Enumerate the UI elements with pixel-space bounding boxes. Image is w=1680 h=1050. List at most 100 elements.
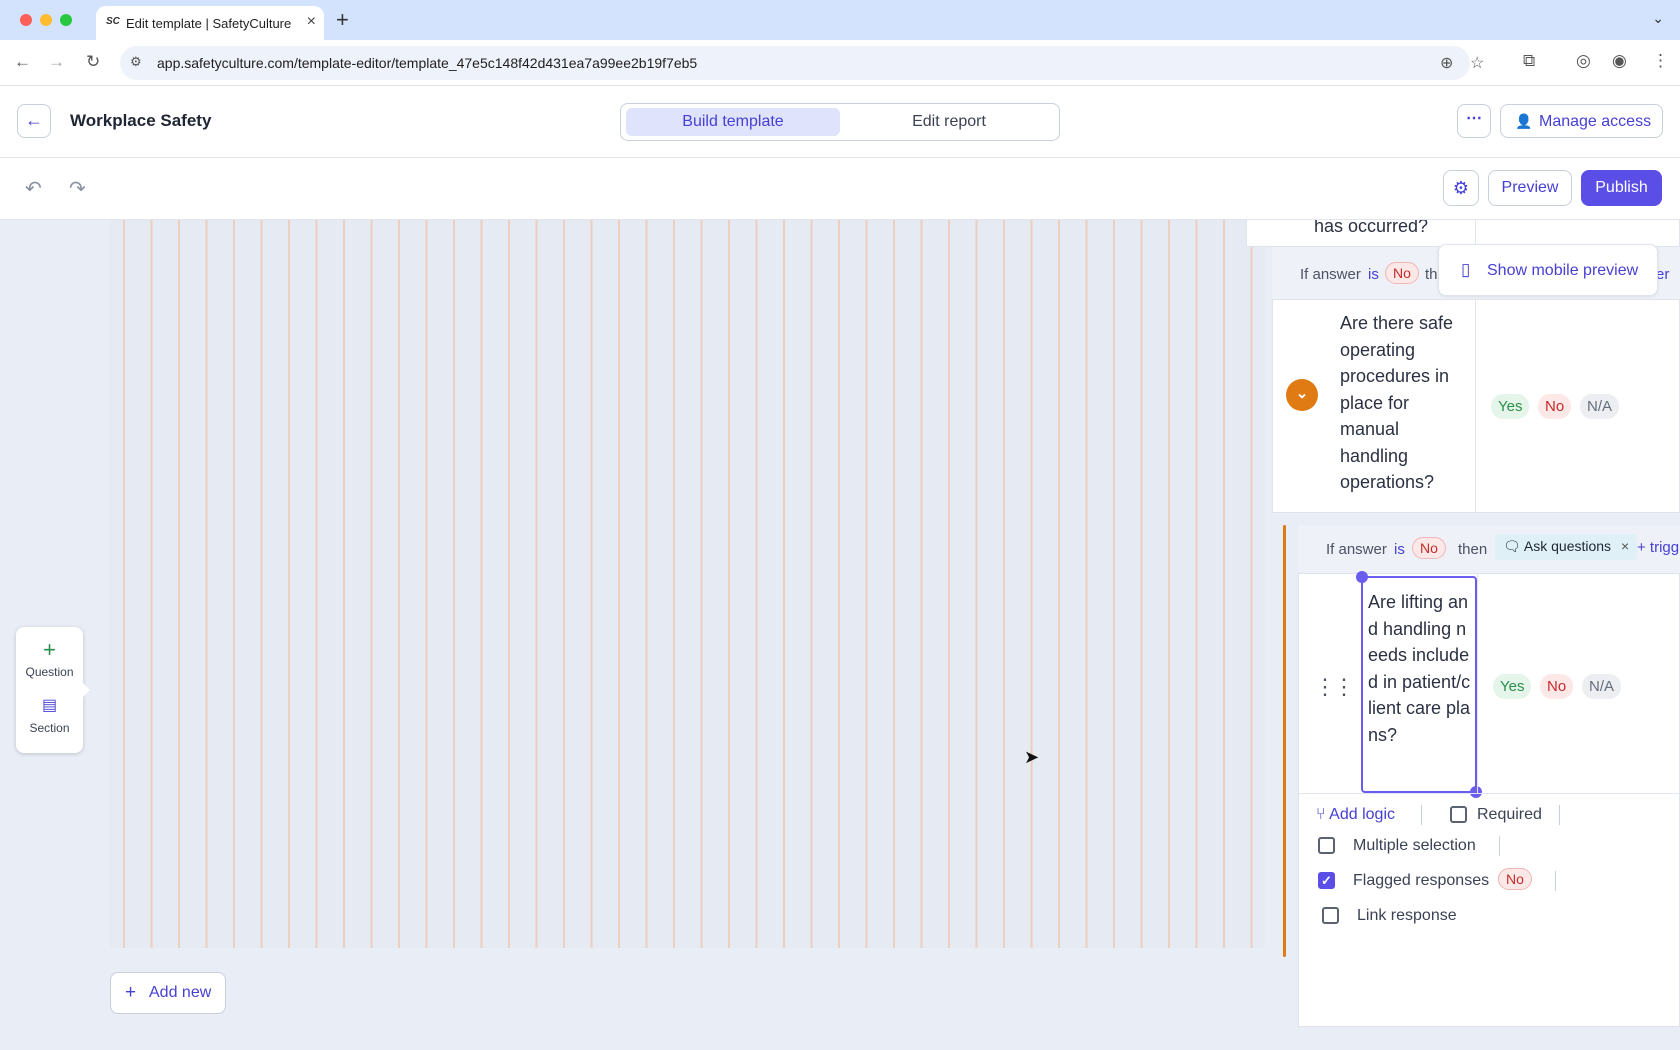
logic-branch-bar bbox=[1283, 525, 1286, 957]
add-new-button[interactable]: + Add new bbox=[110, 972, 226, 1014]
profile-icon[interactable]: ◉ bbox=[1612, 51, 1627, 71]
user-lock-icon: 👤 bbox=[1515, 113, 1533, 129]
maximize-window-button[interactable] bbox=[60, 14, 72, 26]
mouse-cursor-icon: ➤ bbox=[1024, 747, 1040, 767]
required-checkbox[interactable] bbox=[1450, 806, 1467, 823]
editor-toolbar: ↶ ↷ ⚙ Preview Publish bbox=[0, 158, 1680, 220]
ask-questions-chip[interactable]: 🗨 Ask questions × bbox=[1495, 534, 1638, 560]
divider bbox=[1477, 574, 1478, 793]
tab-build-template[interactable]: Build template bbox=[626, 108, 840, 136]
drag-handle-icon[interactable]: ⋮⋮ bbox=[1314, 674, 1355, 700]
tab-edit-report[interactable]: Edit report bbox=[842, 108, 1056, 136]
question-text-editor[interactable]: Are lifting and handling needs included … bbox=[1356, 571, 1482, 798]
divider bbox=[1499, 836, 1500, 856]
question-row[interactable]: has occurred? bbox=[1246, 220, 1680, 248]
logic-operator[interactable]: is bbox=[1394, 541, 1405, 558]
logic-rule-row: If answer is No then 🗨 Ask questions × +… bbox=[1298, 525, 1680, 573]
url-text[interactable]: app.safetyculture.com/template-editor/te… bbox=[157, 55, 697, 71]
link-response-label: Link response bbox=[1357, 907, 1457, 924]
more-options-button[interactable]: ⋯ bbox=[1457, 104, 1491, 138]
preview-button[interactable]: Preview bbox=[1488, 170, 1572, 206]
url-omnibox[interactable]: ⚙ app.safetyculture.com/template-editor/… bbox=[120, 46, 1484, 80]
logic-then-label: then bbox=[1458, 541, 1488, 558]
settings-button[interactable]: ⚙ bbox=[1443, 170, 1479, 206]
question-row[interactable]: ⌄ Are there safe operating procedures in… bbox=[1272, 299, 1680, 513]
resize-handle[interactable] bbox=[1356, 571, 1368, 583]
reload-icon[interactable]: ↻ bbox=[86, 52, 100, 72]
back-arrow-icon: ← bbox=[25, 110, 43, 130]
chevron-down-icon[interactable]: ⌄ bbox=[1286, 379, 1318, 411]
response-na[interactable]: N/A bbox=[1580, 394, 1620, 419]
ask-questions-label: Ask questions bbox=[1523, 538, 1612, 554]
question-text[interactable]: Are there safe operating procedures in p… bbox=[1340, 310, 1470, 496]
flagged-responses-checkbox[interactable]: ✓ bbox=[1318, 872, 1335, 889]
close-tab-icon[interactable]: × bbox=[307, 13, 316, 31]
mobile-icon: ▯ bbox=[1461, 260, 1471, 279]
extension-icon[interactable]: ◎ bbox=[1576, 51, 1591, 71]
flagged-responses-label: Flagged responses bbox=[1353, 872, 1490, 889]
browser-tab-bar: SC Edit template | SafetyCulture × + ⌄ bbox=[0, 0, 1680, 40]
undo-icon[interactable]: ↶ bbox=[25, 176, 42, 201]
redo-icon[interactable]: ↷ bbox=[69, 176, 86, 201]
address-bar-row: ← → ↻ ⚙ app.safetyculture.com/template-e… bbox=[0, 40, 1680, 86]
add-section-label: Section bbox=[29, 721, 70, 735]
divider bbox=[1559, 805, 1560, 825]
response-na[interactable]: N/A bbox=[1582, 674, 1622, 699]
logic-icon: ⑂ bbox=[1316, 806, 1330, 823]
logic-then-label: th bbox=[1425, 266, 1438, 283]
logic-operator[interactable]: is bbox=[1368, 266, 1379, 283]
site-info-icon[interactable]: ⚙ bbox=[130, 54, 142, 70]
response-no[interactable]: No bbox=[1538, 394, 1572, 419]
close-icon[interactable]: × bbox=[1617, 538, 1629, 554]
star-icon[interactable]: ☆ bbox=[1470, 53, 1484, 73]
page-title: Workplace Safety bbox=[70, 111, 212, 130]
column-guides bbox=[110, 220, 1265, 948]
tab-title: Edit template | SafetyCulture bbox=[126, 16, 292, 31]
new-tab-icon[interactable]: + bbox=[336, 7, 349, 33]
multiple-selection-checkbox[interactable] bbox=[1318, 837, 1335, 854]
divider bbox=[1421, 805, 1422, 825]
editor-canvas: + Question ▤ Section + Add new has occur… bbox=[0, 220, 1680, 1050]
required-label: Required bbox=[1477, 806, 1542, 823]
logic-if-label: If answer bbox=[1300, 266, 1361, 283]
response-no[interactable]: No bbox=[1540, 674, 1574, 699]
browser-tab[interactable]: SC Edit template | SafetyCulture × bbox=[96, 6, 324, 40]
zoom-icon[interactable]: ⊕ bbox=[1440, 53, 1453, 73]
response-yes[interactable]: Yes bbox=[1491, 394, 1530, 419]
add-new-label: Add new bbox=[149, 984, 212, 1001]
add-trigger-link[interactable]: + trigg bbox=[1637, 539, 1679, 556]
comment-icon: 🗨 bbox=[1503, 538, 1524, 554]
add-logic-button[interactable]: ⑂ Add logic bbox=[1316, 806, 1395, 824]
close-window-button[interactable] bbox=[20, 14, 32, 26]
logic-if-label: If answer bbox=[1326, 541, 1387, 558]
flagged-value-no[interactable]: No bbox=[1498, 868, 1532, 890]
manage-access-label: Manage access bbox=[1539, 113, 1652, 130]
question-row-selected[interactable]: ⋮⋮ Are lifting and handling needs includ… bbox=[1298, 571, 1680, 1028]
extensions-icon[interactable]: ⧉ bbox=[1523, 51, 1535, 71]
add-section-button[interactable]: ▤ Section bbox=[16, 695, 83, 735]
question-options: ⑂ Add logic Required Multiple selection … bbox=[1299, 793, 1680, 1028]
add-item-menu: + Question ▤ Section bbox=[16, 627, 90, 753]
add-question-button[interactable]: + Question bbox=[16, 637, 83, 680]
divider bbox=[1555, 871, 1556, 891]
manage-access-button[interactable]: 👤 Manage access bbox=[1500, 104, 1663, 138]
back-button[interactable]: ← bbox=[17, 104, 51, 138]
response-yes[interactable]: Yes bbox=[1493, 674, 1532, 699]
multiple-selection-label: Multiple selection bbox=[1353, 837, 1476, 854]
logic-value-no[interactable]: No bbox=[1385, 262, 1419, 284]
plus-icon: + bbox=[125, 982, 137, 1003]
plus-icon: + bbox=[43, 637, 56, 662]
question-text: has occurred? bbox=[1314, 220, 1429, 236]
menu-icon[interactable]: ⋮ bbox=[1652, 51, 1669, 71]
question-text[interactable]: Are lifting and handling needs included … bbox=[1368, 589, 1474, 748]
publish-button[interactable]: Publish bbox=[1581, 170, 1662, 206]
add-question-label: Question bbox=[25, 665, 74, 679]
back-arrow-icon[interactable]: ← bbox=[14, 52, 31, 72]
link-response-checkbox[interactable] bbox=[1322, 907, 1339, 924]
logic-trigger-fragment[interactable]: er bbox=[1656, 266, 1669, 283]
tab-search-icon[interactable]: ⌄ bbox=[1652, 10, 1664, 27]
minimize-window-button[interactable] bbox=[40, 14, 52, 26]
forward-arrow-icon[interactable]: → bbox=[48, 52, 65, 72]
show-mobile-preview-button[interactable]: ▯ Show mobile preview bbox=[1438, 244, 1658, 296]
logic-value-no[interactable]: No bbox=[1412, 537, 1446, 559]
